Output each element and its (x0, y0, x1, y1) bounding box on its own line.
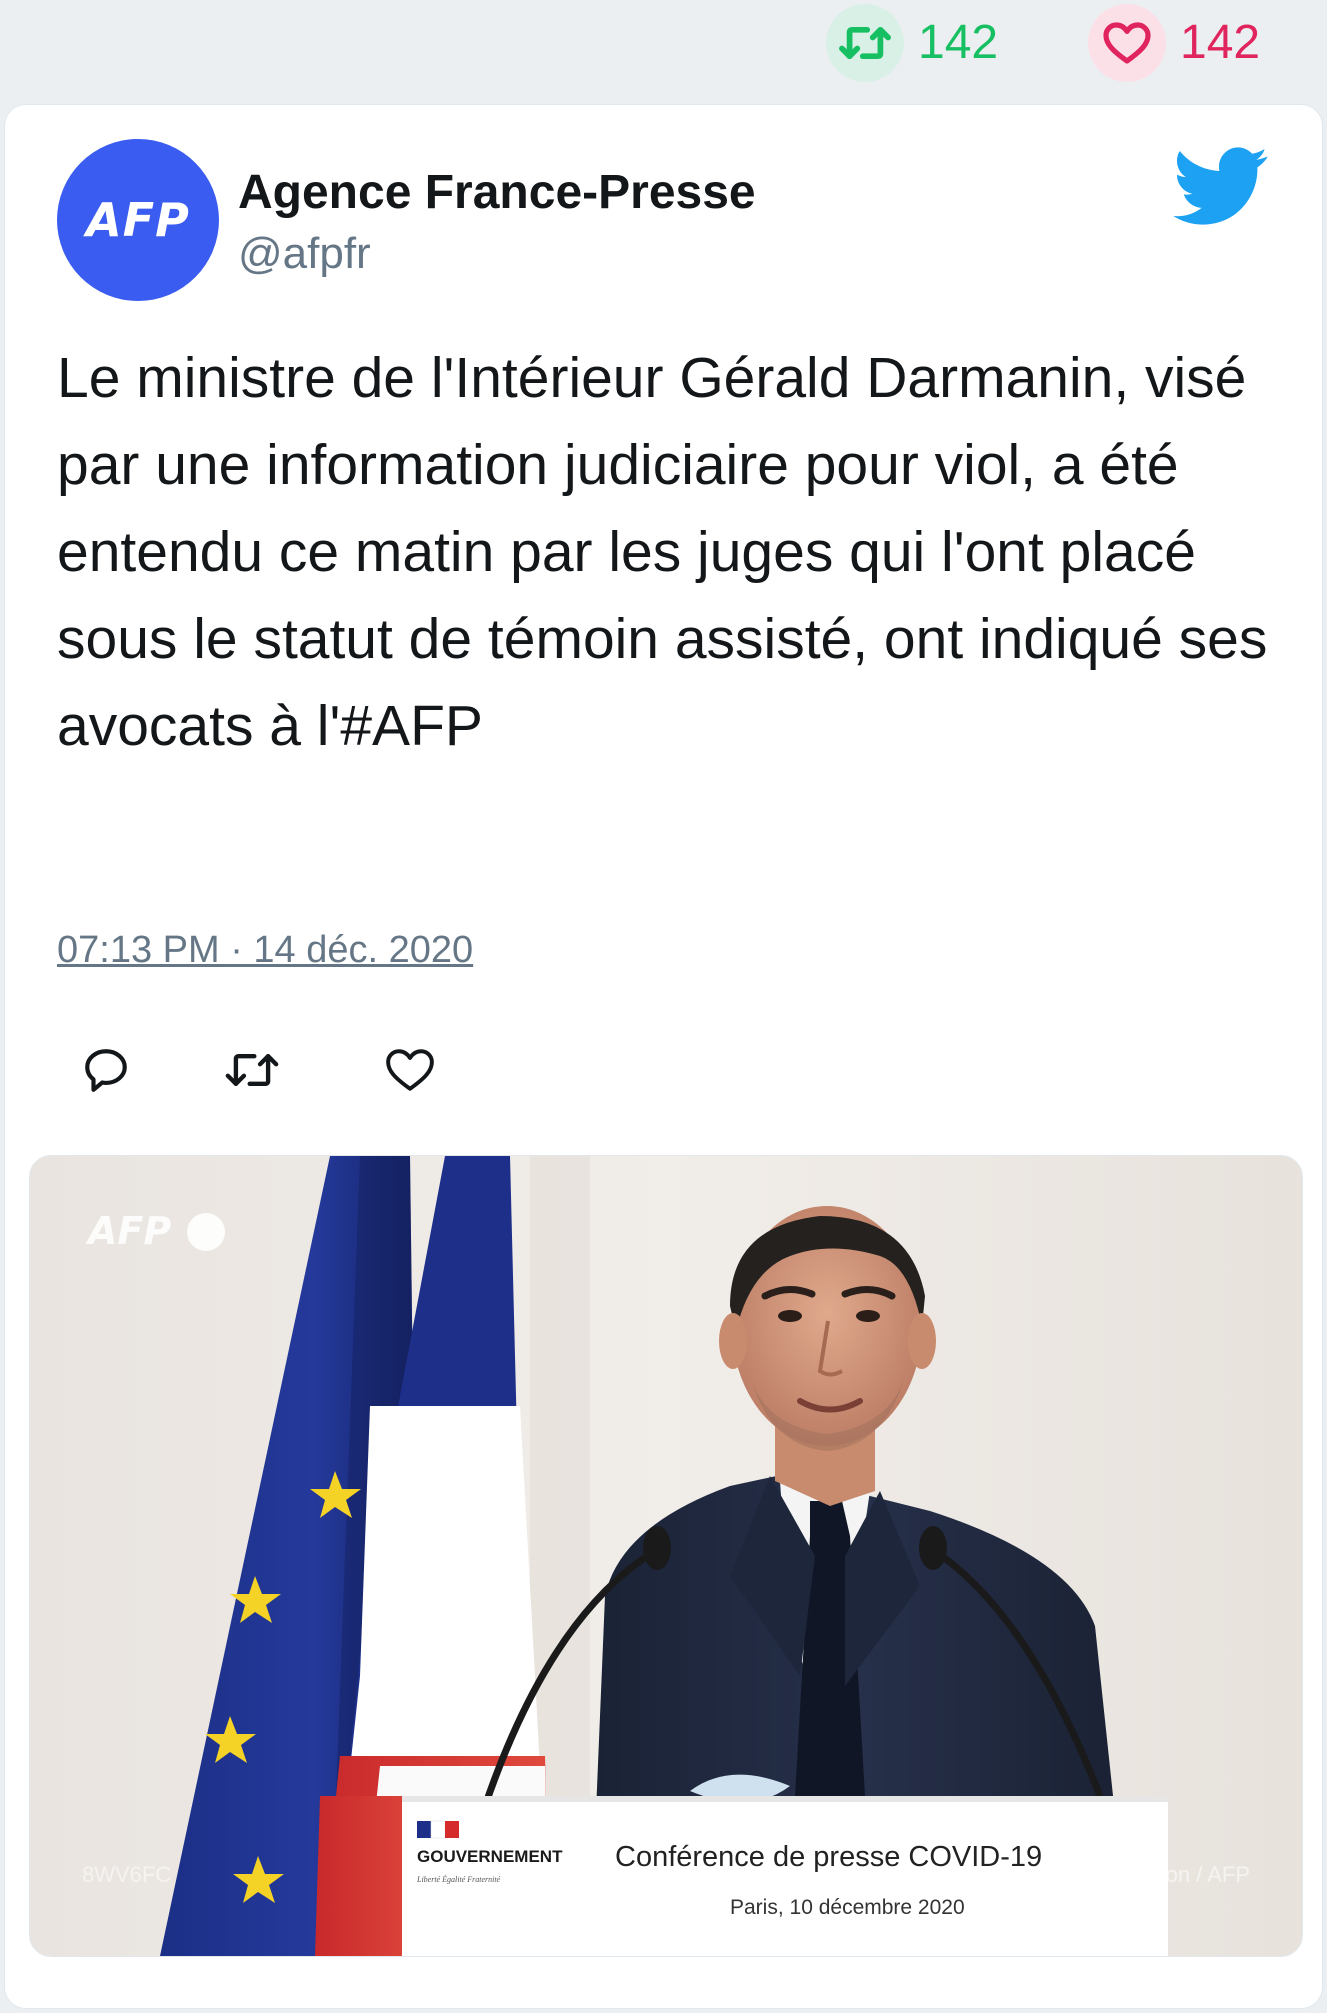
heart-icon[interactable] (1088, 4, 1166, 82)
retweet-icon[interactable] (826, 4, 904, 82)
svg-text:Paris, 10 décembre 2020: Paris, 10 décembre 2020 (730, 1896, 965, 1919)
twitter-bird-icon[interactable] (1173, 147, 1269, 227)
svg-text:Liberté Égalité Fraternité: Liberté Égalité Fraternité (416, 1874, 501, 1884)
heart-icon[interactable] (375, 1035, 445, 1105)
author-handle[interactable]: @afpfr (238, 229, 371, 279)
reply-icon[interactable] (71, 1035, 141, 1105)
retweet-icon[interactable] (217, 1035, 287, 1105)
retweet-count: 142 (918, 16, 999, 69)
tweet-text: Le ministre de l'Intérieur Gérald Darman… (57, 346, 1268, 758)
retweet-stat[interactable]: 142 (826, 4, 998, 82)
like-stat[interactable]: 142 (1088, 4, 1260, 82)
svg-text:AFP: AFP (85, 1209, 171, 1253)
tweet-timestamp-link[interactable]: 07:13 PM · 14 déc. 2020 (57, 929, 473, 972)
avatar-logo-text: AFP (86, 193, 190, 247)
author-name[interactable]: Agence France-Presse (238, 165, 756, 220)
tweet-photo[interactable]: AFP GOUVERNEMENT Liberté Égalité Fratern… (29, 1155, 1303, 1957)
photo-id: 8WV6FC (82, 1862, 171, 1887)
afp-watermark: AFP (85, 1209, 225, 1253)
photo-credit: Thomas Samson / AFP (1024, 1862, 1250, 1887)
tweet-card[interactable]: AFP Agence France-Presse @afpfr Le minis… (4, 104, 1323, 2009)
avatar[interactable]: AFP (57, 139, 219, 301)
like-count: 142 (1180, 16, 1261, 69)
svg-text:GOUVERNEMENT: GOUVERNEMENT (417, 1847, 563, 1866)
engagement-stats-bar: 142 142 (0, 0, 1327, 100)
svg-text:Conférence de presse COVID-19: Conférence de presse COVID-19 (615, 1841, 1042, 1873)
